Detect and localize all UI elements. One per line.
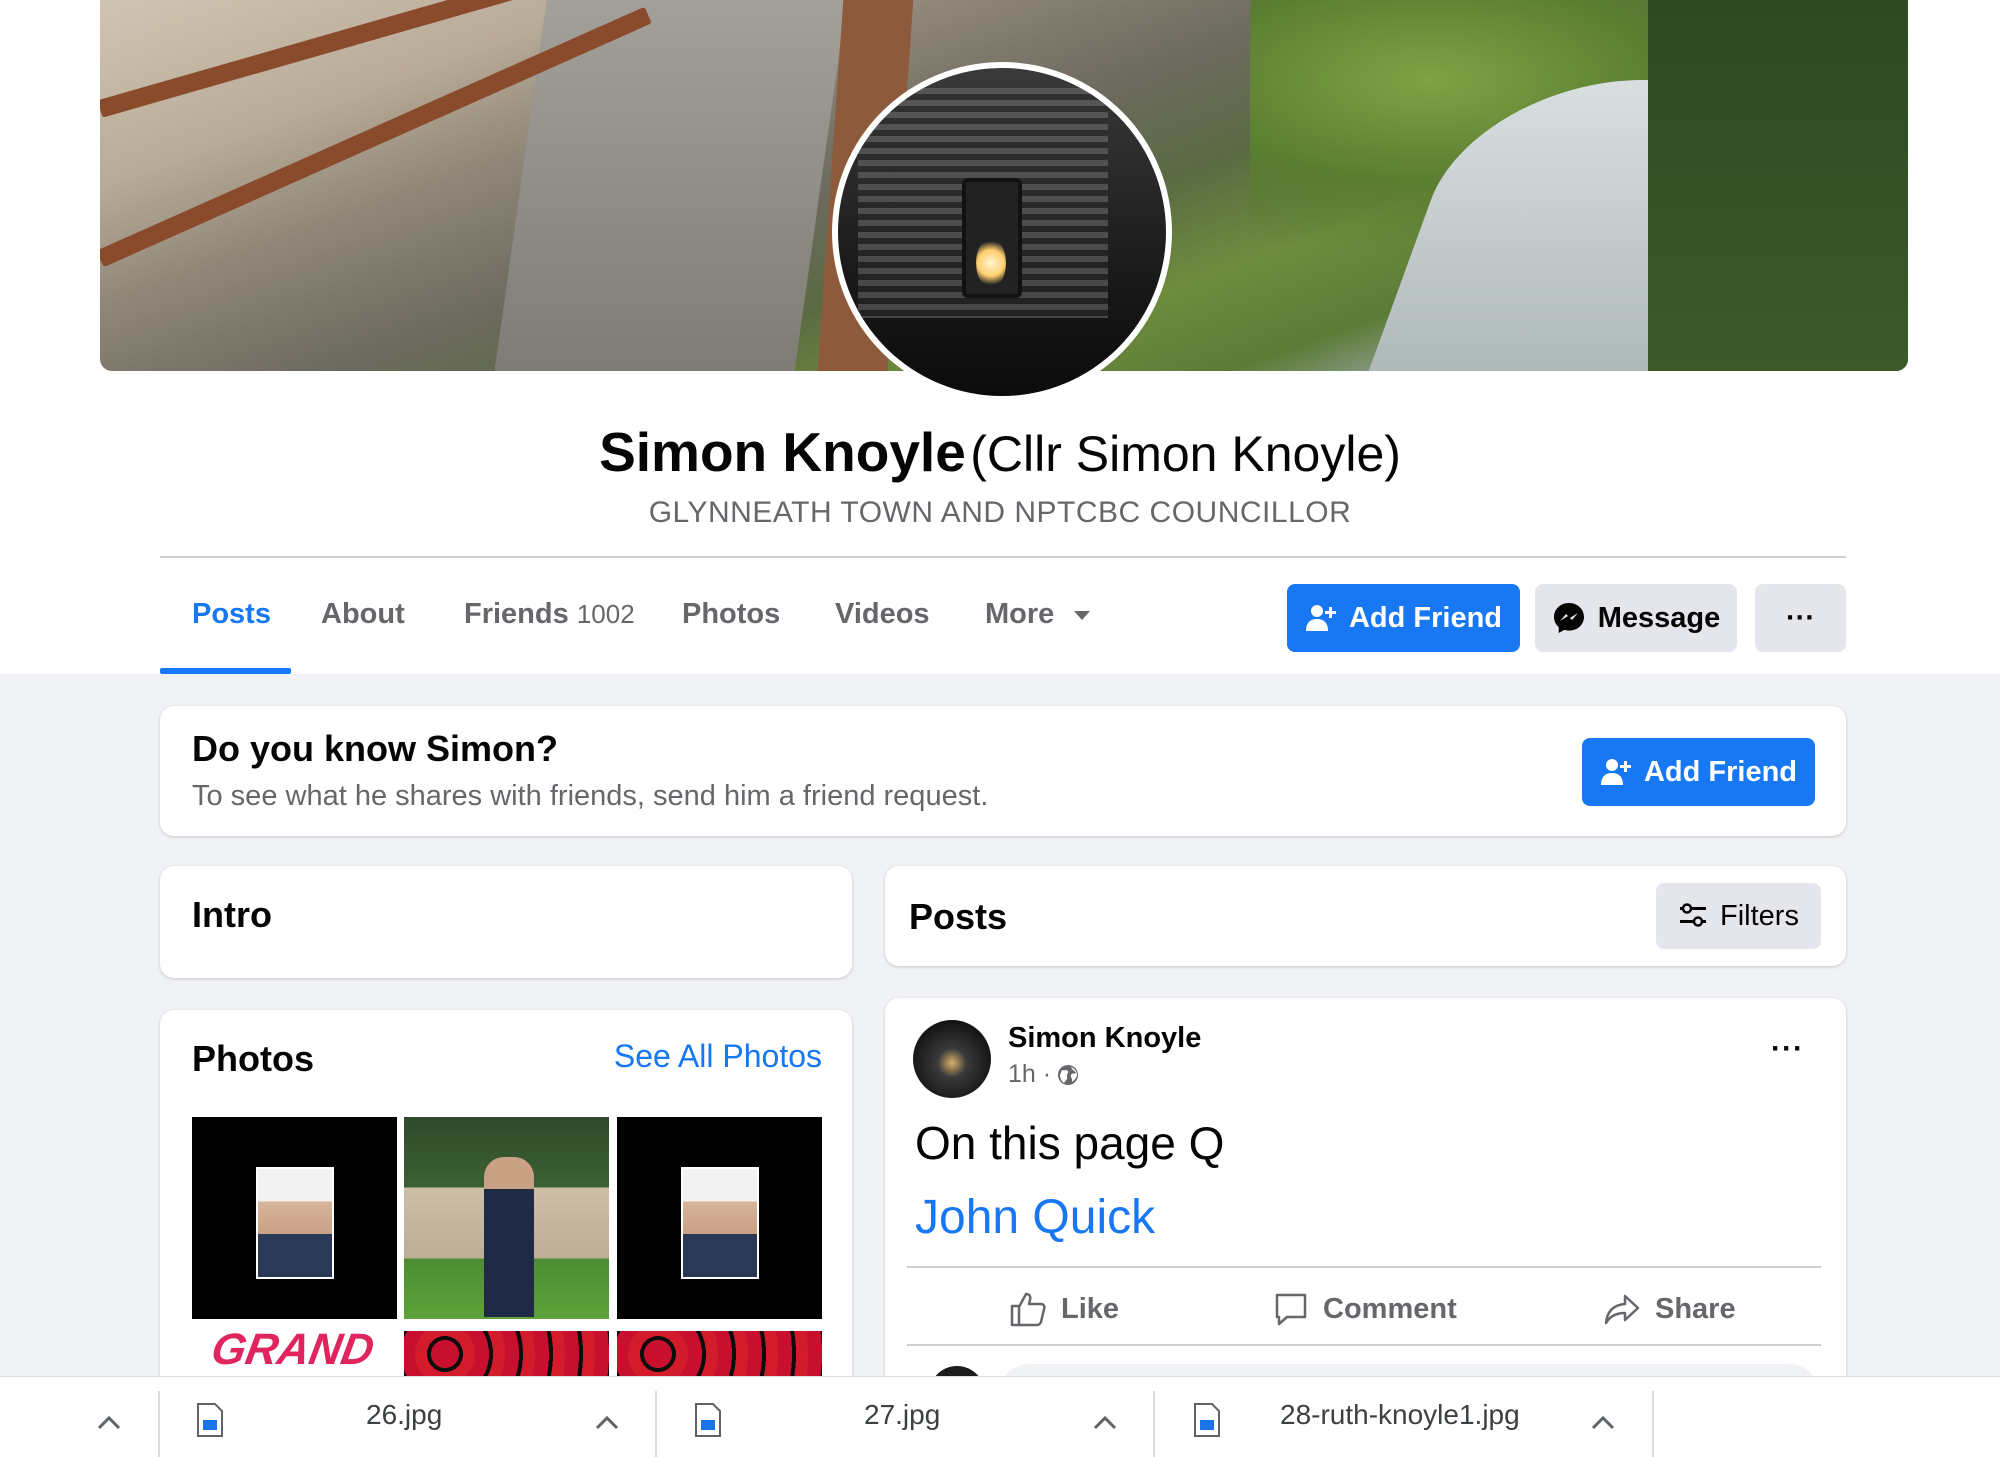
posts-header-card: Posts Filters xyxy=(885,866,1846,966)
tagged-person-link[interactable]: John Quick xyxy=(915,1190,1155,1245)
download-separator xyxy=(1153,1391,1155,1457)
image-file-icon xyxy=(695,1403,721,1437)
add-friend-icon xyxy=(1600,759,1631,785)
prompt-subtitle: To see what he shares with friends, send… xyxy=(192,780,989,812)
cover-dark-trees xyxy=(1648,0,1908,371)
profile-name: Simon Knoyle xyxy=(599,421,966,483)
photos-card: Photos See All Photos GRAND xyxy=(160,1010,852,1430)
add-friend-button[interactable]: Add Friend xyxy=(1287,584,1520,652)
download-separator xyxy=(655,1391,657,1457)
post-divider xyxy=(907,1344,1821,1346)
chevron-up-icon[interactable] xyxy=(594,1415,620,1431)
more-options-button[interactable]: ··· xyxy=(1755,584,1846,652)
profile-picture[interactable] xyxy=(838,68,1166,396)
portrait-photo xyxy=(256,1167,334,1279)
filters-label: Filters xyxy=(1720,899,1799,932)
tab-about[interactable]: About xyxy=(321,598,405,631)
filters-icon xyxy=(1680,903,1707,927)
like-label: Like xyxy=(1061,1292,1120,1325)
tab-photos[interactable]: Photos xyxy=(682,598,780,631)
photo-thumbnail[interactable]: GRAND xyxy=(192,1331,397,1377)
photo-thumbnail[interactable] xyxy=(192,1117,397,1319)
tab-label: Friends xyxy=(464,598,569,630)
thumbs-up-icon xyxy=(1010,1292,1046,1327)
messenger-icon xyxy=(1553,603,1584,633)
tab-videos[interactable]: Videos xyxy=(835,598,930,631)
profile-header: Simon Knoyle (Cllr Simon Knoyle) GLYNNEA… xyxy=(0,0,2000,674)
photo-partial-text: GRAND xyxy=(207,1331,378,1374)
caret-down-icon xyxy=(1074,610,1091,620)
tab-label: More xyxy=(985,598,1055,630)
message-label: Message xyxy=(1597,601,1721,634)
photos-title: Photos xyxy=(192,1038,314,1079)
avatar-candle xyxy=(976,238,1006,288)
add-friend-label: Add Friend xyxy=(1643,755,1798,788)
more-dots-icon: ··· xyxy=(1786,601,1815,634)
tab-label: Posts xyxy=(192,598,271,630)
friend-request-prompt: Do you know Simon? To see what he shares… xyxy=(160,706,1846,836)
add-friend-label: Add Friend xyxy=(1348,601,1503,634)
add-friend-icon xyxy=(1305,605,1336,631)
download-separator xyxy=(158,1391,160,1457)
posts-title: Posts xyxy=(909,896,1008,937)
filters-button[interactable]: Filters xyxy=(1656,883,1821,949)
profile-alt-name: (Cllr Simon Knoyle) xyxy=(970,426,1401,482)
download-filename: 26.jpg xyxy=(366,1399,443,1430)
post-divider xyxy=(907,1266,1821,1268)
photo-thumbnail[interactable] xyxy=(404,1331,609,1377)
download-filename: 27.jpg xyxy=(864,1399,941,1430)
post-author-name[interactable]: Simon Knoyle xyxy=(1008,1022,1201,1055)
share-icon xyxy=(1604,1294,1640,1325)
comment-label: Comment xyxy=(1323,1292,1457,1325)
image-file-icon xyxy=(1194,1403,1220,1437)
post-card: Simon Knoyle 1h · ··· On this page Q Joh… xyxy=(885,998,1846,1424)
download-filename: 28-ruth-knoyle1.jpg xyxy=(1280,1399,1520,1430)
post-author-avatar[interactable] xyxy=(913,1020,991,1098)
tab-label: About xyxy=(321,598,405,630)
image-file-icon xyxy=(197,1403,223,1437)
person-in-garden xyxy=(484,1157,534,1317)
friends-count: 1002 xyxy=(576,599,635,629)
chevron-up-icon[interactable] xyxy=(1590,1415,1616,1431)
portrait-photo xyxy=(681,1167,759,1279)
tab-label: Videos xyxy=(835,598,930,630)
profile-subtitle: GLYNNEATH TOWN AND NPTCBC COUNCILLOR xyxy=(648,496,1352,529)
download-separator xyxy=(1652,1391,1654,1457)
message-button[interactable]: Message xyxy=(1535,584,1737,652)
post-text: On this page Q xyxy=(915,1117,1225,1169)
chevron-up-icon[interactable] xyxy=(1092,1415,1118,1431)
header-divider xyxy=(160,556,1846,558)
download-bar: 26.jpg 27.jpg 28-ruth-knoyle1.jpg xyxy=(0,1376,2000,1457)
comment-icon xyxy=(1275,1293,1307,1326)
intro-card: Intro xyxy=(160,866,852,978)
tab-posts[interactable]: Posts xyxy=(192,598,271,631)
post-options-button[interactable]: ··· xyxy=(1771,1032,1804,1066)
share-button[interactable]: Share xyxy=(1603,1284,1736,1334)
post-meta: 1h · xyxy=(1008,1060,1079,1089)
photo-thumbnail[interactable] xyxy=(617,1117,822,1319)
tab-friends[interactable]: Friends 1002 xyxy=(464,598,635,631)
globe-icon xyxy=(1058,1064,1079,1085)
see-all-photos-link[interactable]: See All Photos xyxy=(614,1038,822,1075)
prompt-add-friend-button[interactable]: Add Friend xyxy=(1582,738,1815,806)
prompt-title: Do you know Simon? xyxy=(192,728,558,769)
profile-name-line: Simon Knoyle (Cllr Simon Knoyle) xyxy=(0,420,2000,484)
like-button[interactable]: Like xyxy=(1009,1284,1119,1334)
active-tab-indicator xyxy=(160,668,291,674)
intro-title: Intro xyxy=(192,894,272,935)
photo-thumbnail[interactable] xyxy=(404,1117,609,1319)
share-label: Share xyxy=(1655,1292,1736,1325)
post-timestamp[interactable]: 1h · xyxy=(1008,1060,1051,1089)
tab-label: Photos xyxy=(682,598,781,630)
chevron-up-icon[interactable] xyxy=(96,1415,122,1431)
comment-button[interactable]: Comment xyxy=(1273,1284,1457,1334)
photo-thumbnail[interactable] xyxy=(617,1331,822,1377)
tab-more[interactable]: More xyxy=(985,598,1091,631)
